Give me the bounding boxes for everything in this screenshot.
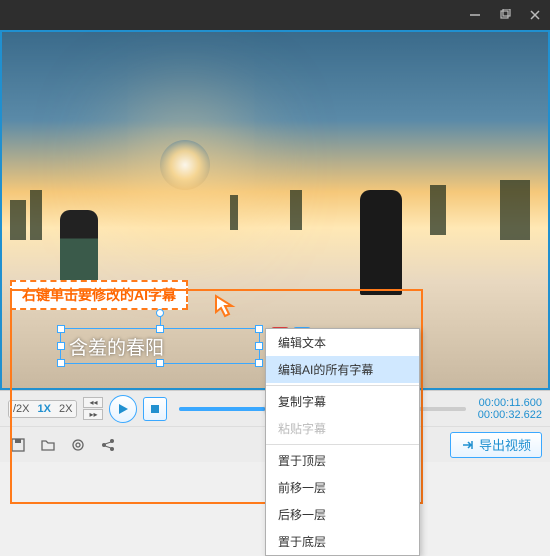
export-label: 导出视频 xyxy=(479,435,531,454)
time-current: 00:00:11.600 xyxy=(478,397,542,409)
menu-move-backward[interactable]: 后移一层 xyxy=(266,501,419,528)
resize-handle-tr[interactable] xyxy=(255,325,263,333)
frame-back-button[interactable]: ◂◂ xyxy=(83,397,103,408)
menu-paste-subtitle: 粘贴字幕 xyxy=(266,415,419,442)
share-icon xyxy=(100,437,116,453)
maximize-button[interactable] xyxy=(498,8,512,22)
menu-send-to-back[interactable]: 置于底层 xyxy=(266,528,419,555)
rotate-handle[interactable] xyxy=(156,309,164,317)
resize-handle-bm[interactable] xyxy=(156,359,164,367)
resize-handle-bl[interactable] xyxy=(57,359,65,367)
subtitle-text: 含羞的春阳 xyxy=(69,333,164,360)
export-icon xyxy=(461,438,475,452)
resize-handle-br[interactable] xyxy=(255,359,263,367)
resize-handle-ml[interactable] xyxy=(57,342,65,350)
time-display: 00:00:11.600 00:00:32.622 xyxy=(478,397,542,421)
play-button[interactable] xyxy=(109,395,137,423)
seek-progress xyxy=(179,407,265,411)
close-button[interactable] xyxy=(528,8,542,22)
resize-handle-mr[interactable] xyxy=(255,342,263,350)
menu-edit-text[interactable]: 编辑文本 xyxy=(266,329,419,356)
frame-fwd-button[interactable]: ▸▸ xyxy=(83,409,103,420)
speed-selector: /2X 1X 2X xyxy=(8,400,77,418)
save-icon xyxy=(10,437,26,453)
export-button[interactable]: 导出视频 xyxy=(450,432,542,458)
menu-copy-subtitle[interactable]: 复制字幕 xyxy=(266,388,419,415)
stop-icon xyxy=(150,404,160,414)
instruction-arrow-icon xyxy=(212,292,236,325)
menu-separator xyxy=(266,385,419,386)
folder-icon xyxy=(40,437,56,453)
share-button[interactable] xyxy=(98,435,118,455)
instruction-callout: 右键单击要修改的AI字幕 xyxy=(10,280,188,310)
menu-edit-all-ai-subtitles[interactable]: 编辑AI的所有字幕 xyxy=(266,356,419,383)
frame-step-group: ◂◂ ▸▸ xyxy=(83,397,103,420)
menu-bring-to-front[interactable]: 置于顶层 xyxy=(266,447,419,474)
menu-separator xyxy=(266,444,419,445)
speed-2x[interactable]: 2X xyxy=(55,401,76,417)
subtitle-text-box[interactable]: 含羞的春阳 + xyxy=(60,328,260,364)
speed-1x[interactable]: 1X xyxy=(34,401,55,417)
titlebar xyxy=(0,0,550,30)
minimize-button[interactable] xyxy=(468,8,482,22)
resize-handle-tl[interactable] xyxy=(57,325,65,333)
preview-skier-right xyxy=(360,190,402,295)
menu-move-forward[interactable]: 前移一层 xyxy=(266,474,419,501)
settings-button[interactable] xyxy=(68,435,88,455)
save-button[interactable] xyxy=(8,435,28,455)
speed-half[interactable]: /2X xyxy=(9,401,34,417)
stop-button[interactable] xyxy=(143,397,167,421)
open-button[interactable] xyxy=(38,435,58,455)
gear-icon xyxy=(70,437,86,453)
resize-handle-tm[interactable] xyxy=(156,325,164,333)
app-window: 右键单击要修改的AI字幕 含羞的春阳 + /2X 1X 2X xyxy=(0,0,550,522)
time-duration: 00:00:32.622 xyxy=(478,409,542,421)
play-icon xyxy=(117,403,129,415)
